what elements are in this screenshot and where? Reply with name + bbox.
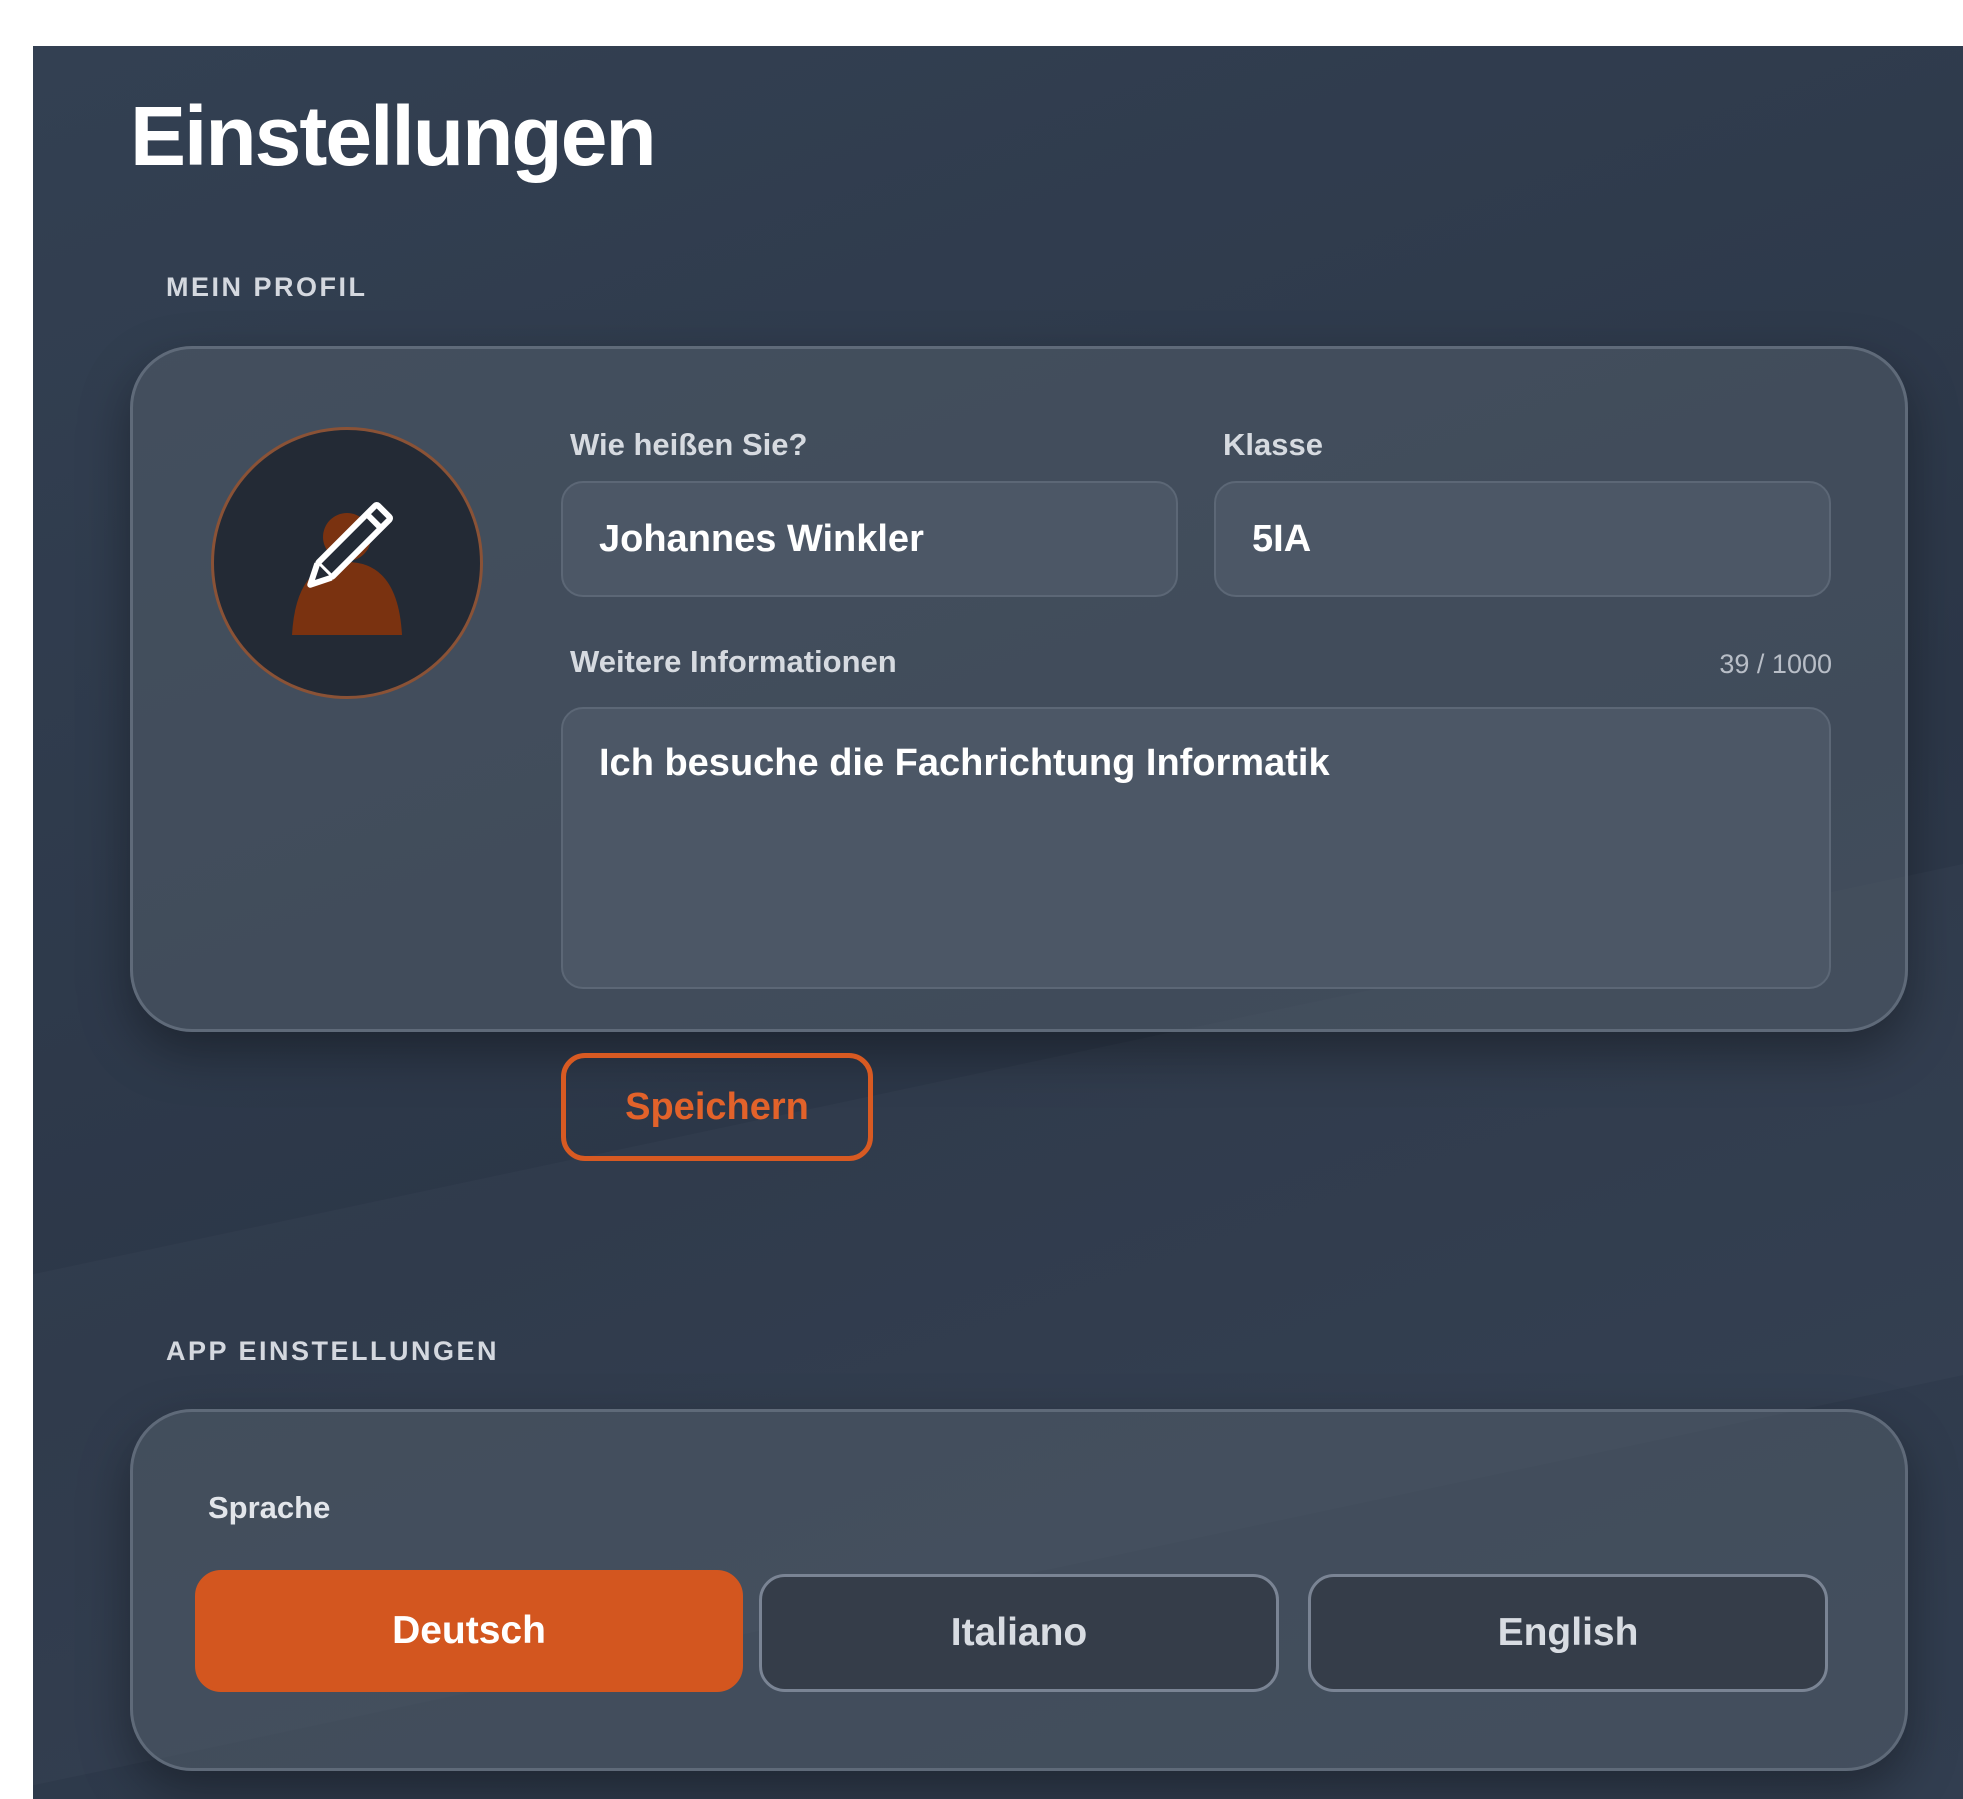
info-textarea[interactable]: Ich besuche die Fachrichtung Informatik — [561, 707, 1831, 989]
name-label: Wie heißen Sie? — [570, 427, 808, 462]
language-label: Sprache — [208, 1490, 331, 1525]
class-label: Klasse — [1223, 427, 1323, 462]
class-input[interactable] — [1214, 481, 1831, 597]
edit-avatar-icon — [292, 501, 402, 635]
profile-section-heading: MEIN PROFIL — [166, 272, 368, 302]
name-input[interactable] — [561, 481, 1178, 597]
save-button[interactable]: Speichern — [561, 1053, 873, 1161]
app-settings-heading: APP EINSTELLUNGEN — [166, 1336, 500, 1366]
avatar[interactable] — [211, 427, 483, 699]
language-option-deutsch[interactable]: Deutsch — [195, 1570, 743, 1692]
profile-card: Wie heißen Sie? Klasse Weitere Informati… — [130, 346, 1908, 1161]
language-option-english[interactable]: English — [1308, 1574, 1828, 1692]
language-option-italiano[interactable]: Italiano — [759, 1574, 1279, 1692]
page-title: Einstellungen — [130, 89, 657, 183]
settings-page: Einstellungen MEIN PROFIL Wie heißen Sie… — [33, 46, 1963, 1799]
info-label: Weitere Informationen — [570, 644, 897, 679]
character-counter: 39 / 1000 — [1719, 649, 1832, 679]
app-settings-card: Sprache Deutsch Italiano English — [130, 1409, 1908, 1771]
